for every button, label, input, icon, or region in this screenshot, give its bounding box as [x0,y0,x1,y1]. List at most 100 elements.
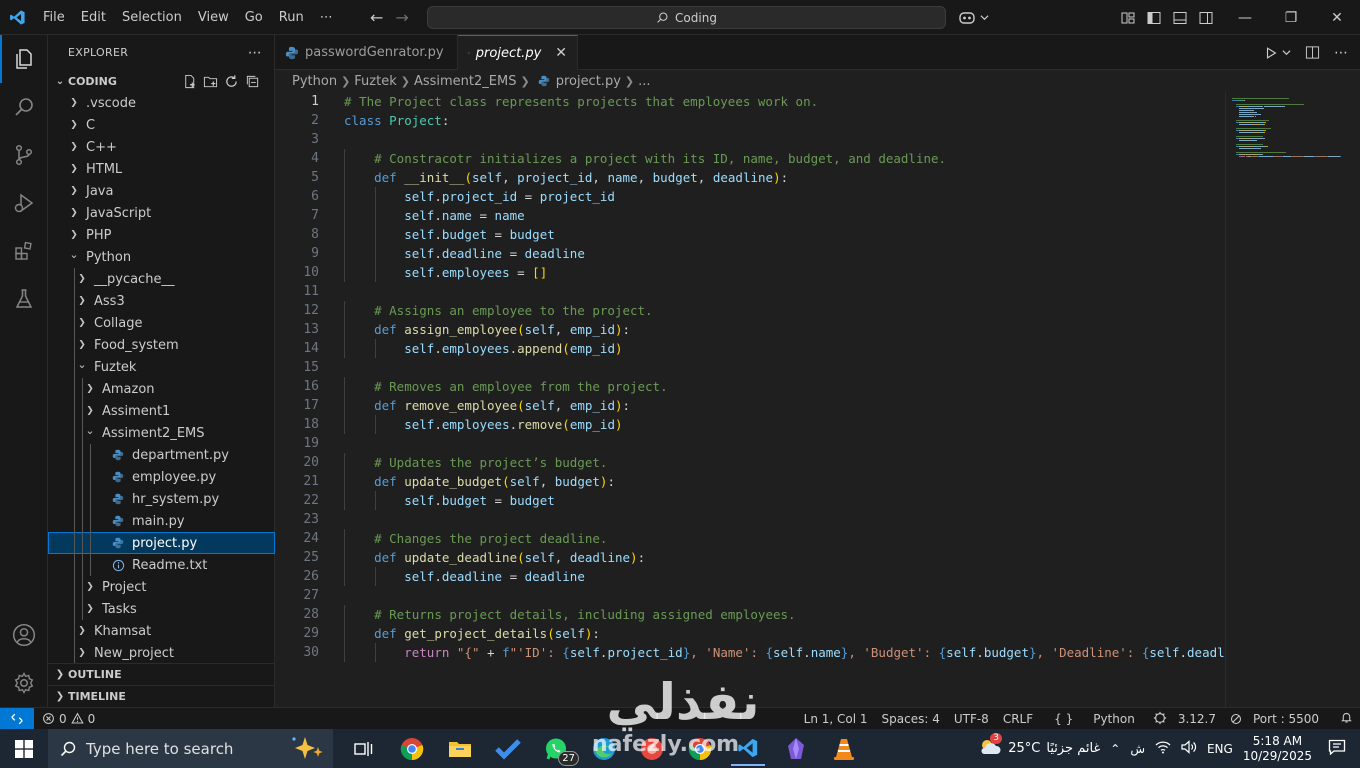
code-line[interactable] [344,510,1225,529]
code-line[interactable]: self.employees.remove(emp_id) [344,415,1225,434]
folder-item[interactable]: ❯ Amazon [48,378,275,400]
folder-item[interactable]: ❯ __pycache__ [48,268,275,290]
todo-icon[interactable] [491,732,525,766]
live-server-port[interactable]: Port : 5500 [1223,712,1333,726]
run-debug-activity[interactable] [0,179,48,227]
code-line[interactable]: def update_deadline(self, deadline): [344,548,1225,567]
vlc-icon[interactable] [827,732,861,766]
code-line[interactable]: self.employees.append(emp_id) [344,339,1225,358]
code-line[interactable]: def remove_employee(self, emp_id): [344,396,1225,415]
explorer-activity[interactable] [0,35,48,83]
code-line[interactable]: self.name = name [344,206,1225,225]
file-item[interactable]: project.py [48,532,275,554]
folder-item[interactable]: ⌄ Python [48,246,275,268]
file-item[interactable]: hr_system.py [48,488,275,510]
taskbar-search-box[interactable]: Type here to search [48,729,333,768]
file-item[interactable]: department.py [48,444,275,466]
menu-item[interactable]: Run [271,0,312,35]
workspace-root[interactable]: ⌄ CODING [48,70,274,92]
source-control-activity[interactable] [0,131,48,179]
folder-item[interactable]: ❯ Khamsat [48,620,275,642]
code-line[interactable]: self.employees = [] [344,263,1225,282]
code-line[interactable]: # Assigns an employee to the project. [344,301,1225,320]
tab-project[interactable]: project.py ✕ [458,35,578,70]
line-ending[interactable]: CRLF [996,712,1040,726]
folder-item[interactable]: ❯ New_project [48,642,275,664]
close-icon[interactable]: ✕ [555,45,567,61]
breadcrumb-item[interactable]: Python [292,74,337,89]
code-line[interactable]: # Updates the project’s budget. [344,453,1225,472]
new-folder-icon[interactable] [203,74,218,89]
cursor-position[interactable]: Ln 1, Col 1 [797,712,875,726]
code-line[interactable]: # Changes the project deadline. [344,529,1225,548]
remote-indicator[interactable] [0,707,34,730]
edge-icon[interactable] [587,732,621,766]
folder-item[interactable]: ❯ Ass3 [48,290,275,312]
refresh-icon[interactable] [224,74,239,89]
language-mode[interactable]: { } Python [1040,712,1149,726]
menu-item[interactable]: View [190,0,237,35]
menu-item[interactable]: File [35,0,73,35]
file-item[interactable]: main.py [48,510,275,532]
minimize-icon[interactable]: — [1222,0,1268,35]
folder-item[interactable]: ❯ JavaScript [48,202,275,224]
breadcrumb-item[interactable]: Fuztek [354,74,396,89]
testing-activity[interactable] [0,275,48,323]
python-extension-icon[interactable] [1149,711,1171,728]
minimap[interactable] [1225,92,1360,707]
toggle-secondary-sidebar-icon[interactable] [1198,10,1214,26]
menu-item[interactable]: Selection [114,0,190,35]
vscode-taskbar-icon[interactable] [731,732,765,766]
folder-item[interactable]: ❯ Food_system [48,334,275,356]
code-line[interactable]: self.deadline = deadline [344,567,1225,586]
clock[interactable]: 5:18 AM 10/29/2025 [1243,734,1312,764]
code-lines[interactable]: # The Project class represents projects … [344,92,1225,662]
folder-item[interactable]: ❯ Assiment1 [48,400,275,422]
folder-item[interactable]: ❯ HTML [48,158,275,180]
collapse-all-icon[interactable] [245,74,260,89]
outline-section[interactable]: ❯ OUTLINE [48,663,275,685]
menu-item[interactable]: Edit [73,0,114,35]
back-arrow-icon[interactable]: ← [370,8,383,27]
menu-item[interactable]: ⋯ [312,0,341,35]
folder-item[interactable]: ❯ .vscode [48,92,275,114]
folder-item[interactable]: ❯ PHP [48,224,275,246]
copilot-button[interactable] [958,0,989,35]
chrome-profile-icon[interactable] [683,732,717,766]
chrome-icon[interactable] [395,732,429,766]
code-editor[interactable]: 1 2 3 4 5 6 7 8 9 10 11 12 13 14 15 16 17 18 19 20 21 22 23 24 2… [275,92,1225,707]
browser-red-icon[interactable] [635,732,669,766]
command-center-search[interactable]: Coding [427,6,946,29]
accounts-activity[interactable] [0,611,48,659]
code-line[interactable]: # Returns project details, including ass… [344,605,1225,624]
folder-item[interactable]: ⌄ Fuztek [48,356,275,378]
customize-layout-icon[interactable] [1120,10,1136,26]
notification-center-icon[interactable] [1322,739,1360,758]
chevron-down-icon[interactable] [1282,48,1291,57]
tab-password-generator[interactable]: passwordGenrator.py [275,35,458,70]
breadcrumb-item[interactable]: ... [638,74,650,89]
code-line[interactable]: class Project: [344,111,1225,130]
split-editor-icon[interactable] [1305,45,1320,60]
new-file-icon[interactable] [182,74,197,89]
extensions-activity[interactable] [0,227,48,275]
toggle-panel-icon[interactable] [1172,10,1188,26]
forward-arrow-icon[interactable]: → [395,8,408,27]
timeline-section[interactable]: ❯ TIMELINE [48,685,275,707]
manage-activity[interactable] [0,659,48,707]
folder-item[interactable]: ❯ Collage [48,312,275,334]
weather-widget[interactable]: 3 25°C غائم جزئيًا [978,733,1100,760]
wifi-icon[interactable] [1155,740,1171,757]
editor-scrollbar[interactable] [1346,92,1360,707]
code-line[interactable]: self.budget = budget [344,225,1225,244]
folder-item[interactable]: ❯ Tasks [48,598,275,620]
code-line[interactable]: self.deadline = deadline [344,244,1225,263]
obsidian-icon[interactable] [779,732,813,766]
code-line[interactable]: def update_budget(self, budget): [344,472,1225,491]
notifications-bell-icon[interactable] [1333,711,1360,727]
code-line[interactable] [344,358,1225,377]
file-item[interactable]: Readme.txt [48,554,275,576]
task-view-icon[interactable] [347,732,381,766]
code-line[interactable]: self.budget = budget [344,491,1225,510]
search-activity[interactable] [0,83,48,131]
